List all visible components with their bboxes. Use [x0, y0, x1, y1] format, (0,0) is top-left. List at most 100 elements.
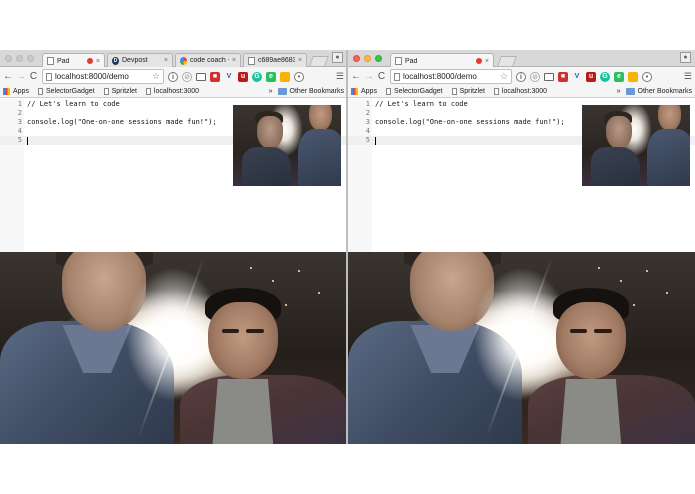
bookmarks-overflow-button[interactable]: »	[269, 88, 273, 95]
address-bar[interactable]: localhost:8000/demo ☆	[42, 69, 164, 84]
new-tab-button[interactable]	[497, 56, 517, 66]
back-button[interactable]: ←	[3, 71, 13, 82]
info-icon[interactable]: i	[516, 71, 526, 82]
tab-close-icon[interactable]: ×	[298, 57, 302, 64]
page-icon	[46, 72, 52, 81]
bookmark-star-icon[interactable]: ☆	[152, 71, 160, 82]
folder-icon	[277, 88, 287, 95]
minimize-window-icon[interactable]	[364, 55, 371, 62]
ublock-icon[interactable]: u	[238, 71, 248, 82]
evernote-icon[interactable]: e	[266, 71, 276, 82]
screenshot-icon[interactable]	[280, 71, 290, 82]
adblock-icon[interactable]: ■	[558, 71, 568, 82]
info-icon[interactable]: i	[168, 71, 178, 82]
cast-icon[interactable]	[544, 72, 554, 81]
other-bookmarks-folder[interactable]: Other Bookmarks	[625, 88, 692, 95]
menu-icon[interactable]: ☰	[336, 71, 344, 82]
folder-icon	[625, 88, 635, 95]
other-bookmarks-folder[interactable]: Other Bookmarks	[277, 88, 344, 95]
ublock-icon[interactable]: u	[586, 71, 596, 82]
close-window-icon[interactable]	[5, 55, 12, 62]
recording-icon	[86, 58, 93, 64]
line-number: 1	[365, 100, 370, 108]
tab-close-icon[interactable]: ×	[232, 57, 236, 64]
new-tab-button[interactable]	[309, 56, 329, 66]
bookmark-label: Other Bookmarks	[637, 88, 692, 95]
bookmark-apps[interactable]: Apps	[351, 88, 377, 95]
bookmark-label: Other Bookmarks	[289, 88, 344, 95]
bookmark-label: SelectorGadget	[393, 88, 443, 95]
tab-close-icon[interactable]: ×	[485, 58, 489, 65]
webcam-video	[0, 252, 347, 444]
cast-icon[interactable]	[196, 72, 206, 81]
vimium-icon[interactable]: V	[224, 72, 234, 82]
tab-label: Pad	[57, 57, 70, 65]
tab-hash[interactable]: c689ae8683... ×	[243, 53, 307, 67]
bookmark-label: Spritzlet	[111, 88, 137, 95]
bookmark-label: SelectorGadget	[45, 88, 95, 95]
apps-grid-icon	[3, 88, 10, 95]
bookmark-star-icon[interactable]: ☆	[500, 71, 508, 82]
tab-code-coach[interactable]: code coach - ×	[175, 53, 241, 67]
text-cursor	[27, 137, 28, 145]
self-video-preview	[582, 105, 690, 186]
page-icon	[395, 57, 402, 65]
block-icon[interactable]: ⊘	[530, 71, 540, 82]
bookmark-apps[interactable]: Apps	[3, 88, 29, 95]
menu-icon[interactable]: ☰	[684, 71, 692, 82]
forward-button[interactable]: →	[16, 71, 26, 82]
bookmark-selectorgadget[interactable]: SelectorGadget	[385, 88, 443, 95]
bookmark-localhost[interactable]: localhost:3000	[493, 88, 548, 95]
text-cursor	[375, 137, 376, 145]
minimize-window-icon[interactable]	[16, 55, 23, 62]
adblock-icon[interactable]: ■	[210, 71, 220, 82]
tab-pad[interactable]: Pad ×	[390, 53, 494, 68]
tab-devpost[interactable]: D Devpost ×	[107, 53, 173, 67]
screenshot-icon[interactable]	[628, 71, 638, 82]
line-number: 1	[17, 100, 22, 108]
reload-button[interactable]: C	[29, 71, 38, 82]
page-icon	[385, 88, 391, 95]
grammarly-icon[interactable]: G	[252, 71, 262, 82]
bookmark-spritzlet[interactable]: Spritzlet	[103, 88, 137, 95]
page-icon	[248, 56, 255, 65]
page-icon	[451, 88, 457, 95]
bookmark-localhost[interactable]: localhost:3000	[145, 88, 199, 95]
line-number: 5	[17, 136, 22, 144]
tab-label: code coach -	[190, 57, 229, 64]
forward-button[interactable]: →	[364, 71, 374, 82]
bookmark-label: localhost:3000	[501, 88, 548, 95]
evernote-icon[interactable]: e	[614, 71, 624, 82]
bookmarks-overflow-button[interactable]: »	[617, 88, 621, 95]
page-icon	[103, 88, 109, 95]
recording-icon	[475, 58, 482, 64]
tab-close-icon[interactable]: ×	[164, 57, 168, 64]
address-bar[interactable]: localhost:8000/demo ☆	[390, 69, 512, 84]
tab-strip: Pad × ●	[348, 50, 695, 68]
tab-label: Devpost	[122, 57, 148, 64]
line-number: 3	[17, 118, 22, 126]
profile-icon[interactable]: ●	[680, 52, 691, 63]
self-video-preview	[233, 105, 341, 186]
block-icon[interactable]: ⊘	[182, 71, 192, 82]
bookmark-label: Apps	[361, 88, 377, 95]
zoom-window-icon[interactable]	[27, 55, 34, 62]
toolbar: ← → C localhost:8000/demo ☆ i ⊘ ■ V u G …	[348, 67, 695, 86]
toolbar: ← → C localhost:8000/demo ☆ i ⊘ ■ V u G …	[0, 67, 347, 86]
page-icon	[47, 57, 54, 65]
grammarly-icon[interactable]: G	[600, 71, 610, 82]
reload-button[interactable]: C	[377, 71, 386, 82]
record-icon[interactable]: •	[294, 71, 304, 82]
tab-label: c689ae8683...	[258, 57, 295, 64]
profile-icon[interactable]: ●	[332, 52, 343, 63]
zoom-window-icon[interactable]	[375, 55, 382, 62]
close-window-icon[interactable]	[353, 55, 360, 62]
vimium-icon[interactable]: V	[572, 72, 582, 82]
back-button[interactable]: ←	[351, 71, 361, 82]
browser-window-right: Pad × ● ← → C localhost:8000/demo ☆ i ⊘ …	[348, 50, 695, 444]
bookmark-spritzlet[interactable]: Spritzlet	[451, 88, 485, 95]
tab-pad[interactable]: Pad ×	[42, 53, 105, 68]
record-icon[interactable]: •	[642, 71, 652, 82]
bookmark-selectorgadget[interactable]: SelectorGadget	[37, 88, 95, 95]
tab-close-icon[interactable]: ×	[96, 58, 100, 65]
